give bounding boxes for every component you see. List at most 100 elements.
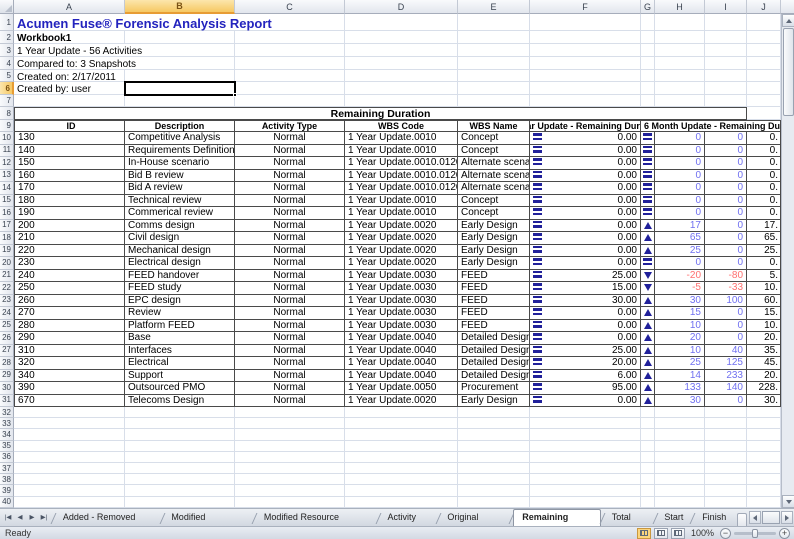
cell-wbs-code[interactable]: 1 Year Update.0020 [345, 245, 458, 258]
cell-description[interactable]: FEED study [125, 282, 235, 295]
grid-cell[interactable] [655, 14, 705, 31]
zoom-out-button[interactable]: − [720, 528, 731, 539]
grid-cell[interactable] [747, 485, 781, 496]
sheet-tab-modified-resource-assignments[interactable]: Modified Resource Assignments [256, 510, 377, 526]
cell-year-remaining[interactable]: 0.00 [530, 257, 641, 270]
cell-six-month-trend[interactable] [641, 182, 655, 195]
grid-cell[interactable] [641, 452, 655, 463]
grid-cell[interactable] [530, 31, 641, 44]
cell-description[interactable]: Interfaces [125, 345, 235, 358]
grid-cell[interactable] [747, 95, 781, 107]
header-id[interactable]: ID [14, 120, 125, 132]
cell-six-month-trend[interactable] [641, 345, 655, 358]
cell-six-month-value[interactable]: 60. [747, 295, 781, 308]
cell-id[interactable]: 190 [14, 207, 125, 220]
grid-cell[interactable] [641, 95, 655, 107]
grid-cell[interactable] [458, 497, 530, 508]
cell-six-month-trend[interactable] [641, 332, 655, 345]
cell-wbs-name[interactable]: Detailed Design [458, 332, 530, 345]
cell-six-month-pct[interactable]: 0 [705, 220, 747, 233]
grid-cell[interactable] [458, 57, 530, 70]
cell-six-month-pct[interactable]: 0 [705, 132, 747, 145]
grid-cell[interactable] [705, 497, 747, 508]
cell-description[interactable]: Support [125, 370, 235, 383]
grid-cell[interactable] [235, 452, 345, 463]
cell-six-month-value[interactable]: 0. [747, 195, 781, 208]
cell-year-remaining[interactable]: 0.00 [530, 132, 641, 145]
header-wbs-name[interactable]: WBS Name [458, 120, 530, 132]
grid-cell[interactable] [747, 31, 781, 44]
cell-six-month-delta[interactable]: 0 [655, 157, 705, 170]
cell-id[interactable]: 140 [14, 145, 125, 158]
grid-cell[interactable] [747, 407, 781, 418]
sheet-tab-remaining-duration[interactable]: Remaining Duration [513, 509, 601, 526]
grid-cell[interactable] [655, 82, 705, 95]
cell-six-month-pct[interactable]: 0 [705, 332, 747, 345]
grid-cell[interactable] [458, 463, 530, 474]
grid-cell[interactable] [705, 82, 747, 95]
row-header-12[interactable]: 12 [0, 157, 14, 170]
cell-wbs-name[interactable]: Procurement [458, 382, 530, 395]
next-sheet-button[interactable]: ▶ [27, 511, 37, 523]
cell-wbs-name[interactable]: Alternate scenario [458, 157, 530, 170]
grid-cell[interactable] [345, 407, 458, 418]
cell-description[interactable]: Electrical design [125, 257, 235, 270]
cell-wbs-code[interactable]: 1 Year Update.0020 [345, 220, 458, 233]
cell-six-month-delta[interactable]: 0 [655, 182, 705, 195]
cell-description[interactable]: Comms design [125, 220, 235, 233]
cell-activity-type[interactable]: Normal [235, 195, 345, 208]
grid-cell[interactable] [641, 44, 655, 57]
cell-six-month-trend[interactable] [641, 307, 655, 320]
cell-six-month-delta[interactable]: 30 [655, 395, 705, 408]
cell-six-month-delta[interactable]: 20 [655, 332, 705, 345]
grid-cell[interactable] [125, 407, 235, 418]
grid-cell[interactable] [14, 95, 125, 107]
row-header-7[interactable]: 7 [0, 95, 14, 107]
row-header-26[interactable]: 26 [0, 332, 14, 345]
row-header-10[interactable]: 10 [0, 132, 14, 145]
fill-handle[interactable] [233, 93, 237, 97]
grid-cell[interactable] [655, 407, 705, 418]
cell-wbs-name[interactable]: Early Design [458, 232, 530, 245]
row-header-32[interactable]: 32 [0, 407, 14, 418]
grid-cell[interactable] [705, 44, 747, 57]
cell-wbs-code[interactable]: 1 Year Update.0020 [345, 395, 458, 408]
column-header-F[interactable]: F [530, 0, 641, 14]
cell-six-month-value[interactable]: 0. [747, 170, 781, 183]
prev-sheet-button[interactable]: ◀ [15, 511, 25, 523]
cell-id[interactable]: 180 [14, 195, 125, 208]
cell-activity-type[interactable]: Normal [235, 132, 345, 145]
grid-cell[interactable] [345, 441, 458, 452]
grid-cell[interactable] [345, 418, 458, 429]
cell-wbs-code[interactable]: 1 Year Update.0040 [345, 370, 458, 383]
cell-activity-type[interactable]: Normal [235, 345, 345, 358]
cell-wbs-name[interactable]: Early Design [458, 245, 530, 258]
cell-six-month-pct[interactable]: 0 [705, 395, 747, 408]
grid-cell[interactable] [530, 95, 641, 107]
grid-cell[interactable] [345, 474, 458, 485]
grid-cell[interactable] [705, 31, 747, 44]
row-header-17[interactable]: 17 [0, 220, 14, 233]
sheet-tab-added-removed-activities[interactable]: Added - Removed Activities [55, 510, 161, 526]
grid-cell[interactable] [530, 429, 641, 440]
cell-year-remaining[interactable]: 0.00 [530, 182, 641, 195]
grid-cell[interactable] [705, 429, 747, 440]
grid-cell[interactable] [641, 31, 655, 44]
cell-wbs-code[interactable]: 1 Year Update.0010 [345, 207, 458, 220]
grid-cell[interactable] [747, 70, 781, 82]
normal-view-button[interactable] [637, 528, 651, 539]
grid-cell[interactable] [641, 418, 655, 429]
cell-wbs-code[interactable]: 1 Year Update.0030 [345, 282, 458, 295]
cell-activity-type[interactable]: Normal [235, 232, 345, 245]
cell-six-month-value[interactable]: 35. [747, 345, 781, 358]
grid-cell[interactable] [345, 497, 458, 508]
cell-six-month-delta[interactable]: 17 [655, 220, 705, 233]
cell-six-month-trend[interactable] [641, 157, 655, 170]
grid-cell[interactable] [14, 429, 125, 440]
cell-wbs-name[interactable]: Early Design [458, 257, 530, 270]
grid-cell[interactable] [747, 418, 781, 429]
cell-wbs-code[interactable]: 1 Year Update.0010 [345, 145, 458, 158]
cell-six-month-value[interactable]: 45. [747, 357, 781, 370]
grid-cell[interactable] [530, 474, 641, 485]
sheet-tab-original-duration[interactable]: Original Duration [439, 510, 510, 526]
